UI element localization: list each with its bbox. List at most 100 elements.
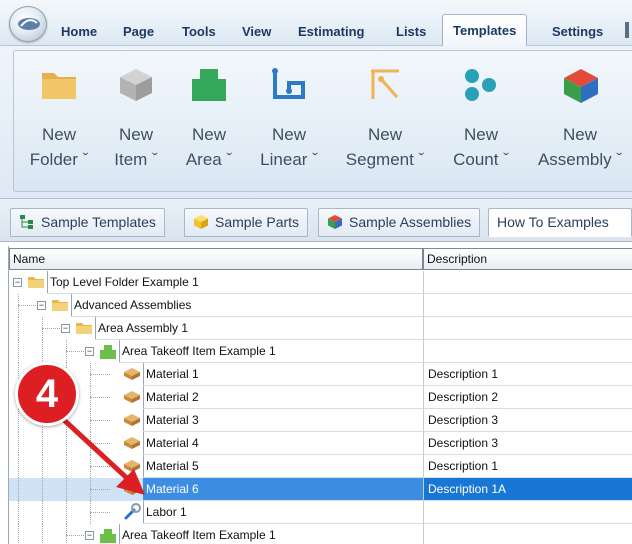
table-row[interactable]: Material 4 Description 3	[9, 432, 632, 455]
tree-guide-line	[18, 524, 19, 544]
tree-guide-line	[66, 478, 67, 501]
table-row[interactable]: Material 6 Description 1A	[9, 478, 632, 501]
menu-tab-page[interactable]: Page	[123, 24, 154, 39]
app-logo-icon	[18, 18, 40, 30]
new-area-button[interactable]: New Area ˇ	[177, 51, 241, 181]
menu-tab-home[interactable]: Home	[61, 24, 97, 39]
cell-description[interactable]	[423, 524, 632, 544]
material-icon	[123, 482, 141, 501]
cell-name[interactable]: Material 4	[143, 432, 423, 455]
menu-tab-estimating[interactable]: Estimating	[298, 24, 364, 39]
table-row[interactable]: Material 3 Description 3	[9, 409, 632, 432]
cell-name[interactable]: Area Takeoff Item Example 1	[119, 524, 423, 544]
folder-icon	[27, 275, 45, 294]
table-row[interactable]: Material 1 Description 1	[9, 363, 632, 386]
area-shape-icon	[192, 69, 226, 101]
table-row[interactable]: Material 2 Description 2	[9, 386, 632, 409]
table-row[interactable]: − Top Level Folder Example 1	[9, 271, 632, 294]
cell-description[interactable]: Description 3	[423, 432, 632, 455]
material-icon	[123, 436, 141, 455]
cell-name[interactable]: Material 2	[143, 386, 423, 409]
collapse-toggle-icon[interactable]: −	[85, 347, 94, 356]
cell-description[interactable]: Description 1	[423, 455, 632, 478]
menu-tab-view[interactable]: View	[242, 24, 271, 39]
menu-tab-lists[interactable]: Lists	[396, 24, 426, 39]
menu-overflow-edge	[625, 22, 629, 38]
new-count-sublabel: Count ˇ	[453, 150, 509, 169]
templates-tree-grid: Name Description − Top Level Folder Examp…	[8, 246, 632, 544]
tree-guide-line	[42, 501, 43, 524]
cell-name[interactable]: Area Takeoff Item Example 1	[119, 340, 423, 363]
new-linear-label: New	[271, 125, 306, 144]
cell-name[interactable]: Area Assembly 1	[95, 317, 423, 340]
new-item-button[interactable]: New Item ˇ	[107, 51, 165, 181]
tab-sample-assemblies[interactable]: Sample Assemblies	[318, 208, 481, 237]
menu-tab-tools[interactable]: Tools	[182, 24, 216, 39]
new-assembly-button[interactable]: New Assembly ˇ	[528, 51, 632, 181]
collapse-toggle-icon[interactable]: −	[13, 278, 22, 287]
app-orb-button[interactable]	[9, 6, 47, 42]
new-segment-label: New	[367, 125, 402, 144]
cube-icon	[120, 69, 152, 101]
cell-description[interactable]	[423, 271, 632, 294]
new-assembly-sublabel: Assembly ˇ	[537, 150, 623, 169]
table-row[interactable]: − Area Takeoff Item Example 1	[9, 524, 632, 544]
column-header-description[interactable]: Description	[423, 248, 632, 270]
linear-icon	[272, 68, 305, 99]
table-row[interactable]: − Area Assembly 1	[9, 317, 632, 340]
cell-description[interactable]: Description 2	[423, 386, 632, 409]
collapse-toggle-icon[interactable]: −	[61, 324, 70, 333]
cell-name[interactable]: Material 3	[143, 409, 423, 432]
tab-sample-templates-label: Sample Templates	[41, 214, 156, 230]
menu-tab-settings[interactable]: Settings	[552, 24, 603, 39]
tree-branch-line	[66, 535, 86, 536]
tree-branch-line	[90, 489, 110, 490]
menu-tab-templates[interactable]: Templates	[442, 14, 528, 47]
new-count-label: New	[463, 125, 498, 144]
templates-tree-icon	[20, 215, 33, 229]
cell-name[interactable]: Material 6	[143, 478, 423, 501]
cell-description[interactable]	[423, 294, 632, 317]
tree-branch-line	[90, 420, 110, 421]
tree-guide-line	[18, 409, 19, 432]
table-row[interactable]: − Advanced Assemblies	[9, 294, 632, 317]
tab-how-to-examples[interactable]: How To Examples	[488, 208, 632, 237]
tree-guide-line	[66, 455, 67, 478]
new-linear-button[interactable]: New Linear ˇ	[252, 51, 326, 181]
table-row[interactable]: − Area Takeoff Item Example 1	[9, 340, 632, 363]
column-header-name[interactable]: Name	[9, 248, 423, 270]
document-tab-strip: Sample Templates Sample Parts Sample Ass…	[0, 199, 632, 242]
tree-guide-line	[42, 478, 43, 501]
collapse-toggle-icon[interactable]: −	[37, 301, 46, 310]
cell-description[interactable]	[423, 317, 632, 340]
table-row[interactable]: Labor 1	[9, 501, 632, 524]
cell-name[interactable]: Material 1	[143, 363, 423, 386]
cell-description[interactable]	[423, 501, 632, 524]
tab-sample-templates[interactable]: Sample Templates	[10, 208, 165, 237]
assembly-cube-icon	[328, 215, 342, 229]
tree-guide-line	[66, 524, 67, 544]
new-folder-button[interactable]: New Folder ˇ	[28, 51, 90, 181]
tree-guide-line	[42, 340, 43, 363]
cell-description[interactable]: Description 1A	[423, 478, 632, 501]
tree-guide-line	[18, 478, 19, 501]
cell-name[interactable]: Material 5	[143, 455, 423, 478]
cell-name[interactable]: Labor 1	[143, 501, 423, 524]
tree-guide-line	[18, 432, 19, 455]
tab-sample-parts[interactable]: Sample Parts	[184, 208, 309, 237]
cell-description[interactable]	[423, 340, 632, 363]
cell-description[interactable]: Description 3	[423, 409, 632, 432]
collapse-toggle-icon[interactable]: −	[85, 531, 94, 540]
material-icon	[123, 390, 141, 409]
cell-name[interactable]: Advanced Assemblies	[71, 294, 423, 317]
tree-branch-line	[66, 351, 86, 352]
table-row[interactable]: Material 5 Description 1	[9, 455, 632, 478]
material-icon	[123, 367, 141, 386]
ribbon-panel: New Folder ˇ New Item ˇ New Area ˇ New L…	[13, 50, 632, 192]
new-segment-button[interactable]: New Segment ˇ	[336, 51, 434, 181]
ribbon: New Folder ˇ New Item ˇ New Area ˇ New L…	[0, 46, 632, 199]
cell-description[interactable]: Description 1	[423, 363, 632, 386]
new-count-button[interactable]: New Count ˇ	[445, 51, 517, 181]
cell-name[interactable]: Top Level Folder Example 1	[47, 271, 423, 294]
tree-guide-line	[18, 340, 19, 363]
